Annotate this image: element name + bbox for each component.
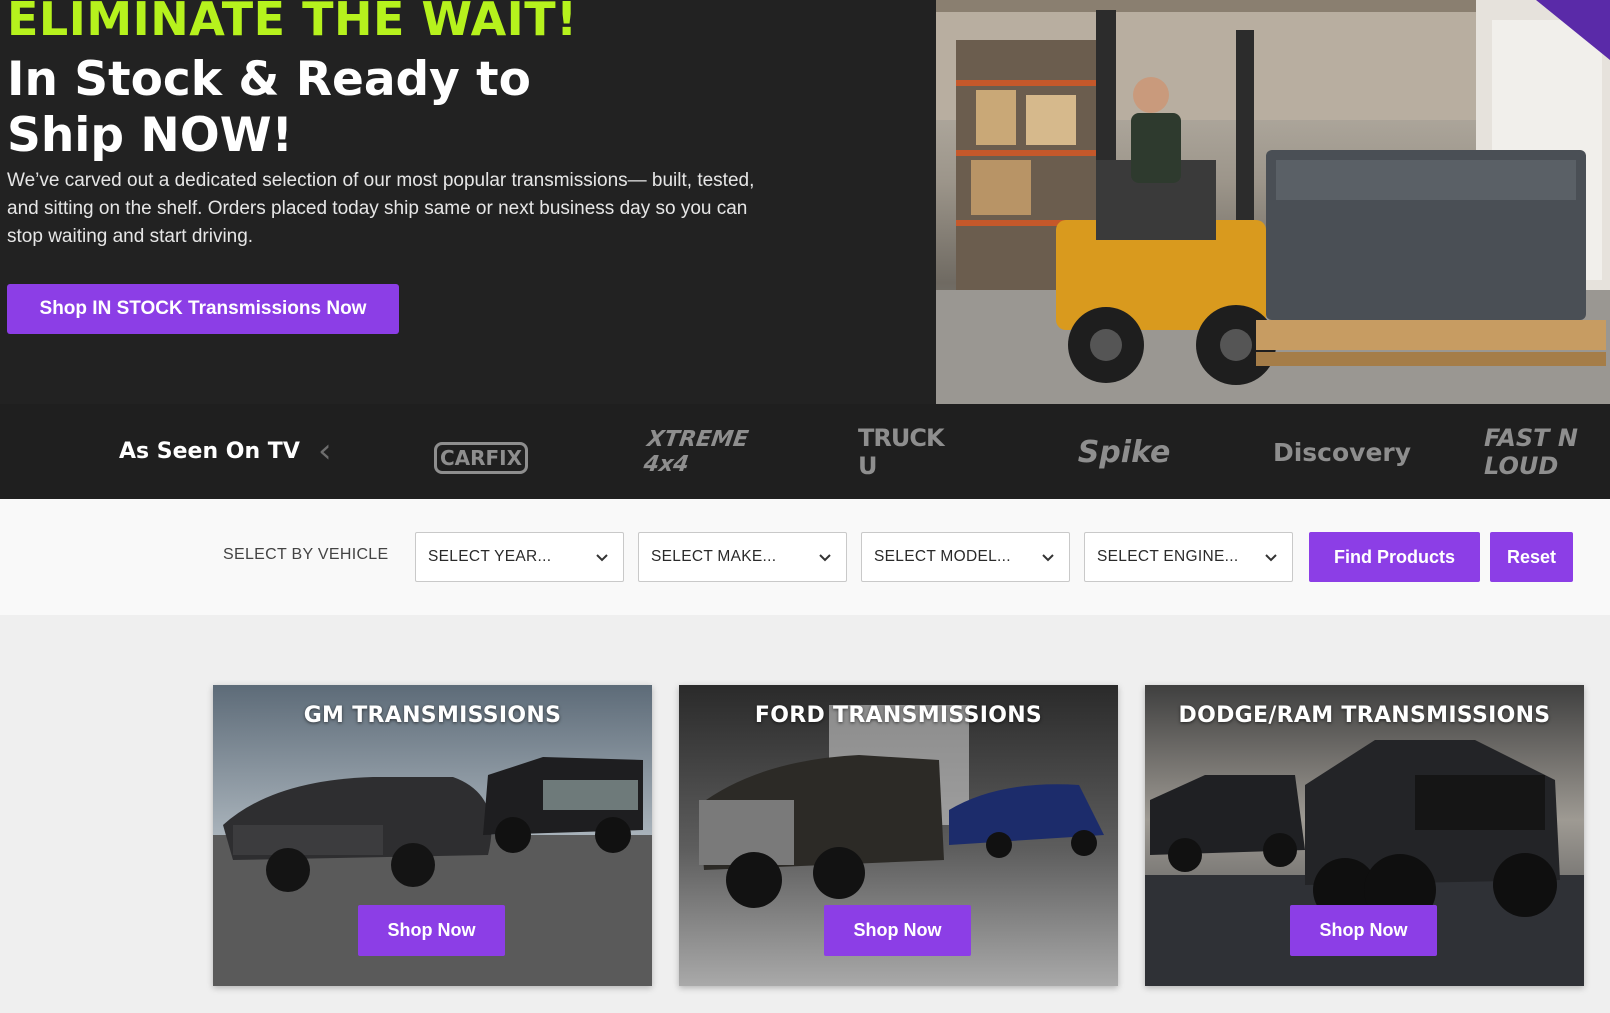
find-products-button[interactable]: Find Products	[1309, 532, 1480, 582]
model-select-value: SELECT MODEL...	[874, 548, 1011, 565]
chevron-down-icon	[1265, 554, 1277, 562]
model-select[interactable]: SELECT MODEL...	[861, 532, 1070, 582]
engine-select-value: SELECT ENGINE...	[1097, 548, 1239, 565]
chevron-down-icon	[819, 554, 831, 562]
chevron-down-icon	[596, 554, 608, 562]
hero-headline-top: ELIMINATE THE WAIT!	[7, 0, 578, 46]
shop-now-button[interactable]: Shop Now	[1290, 905, 1437, 956]
fast-n-loud-logo: FAST N LOUD	[1484, 424, 1578, 480]
discovery-logo: Discovery	[1272, 437, 1412, 467]
hero-section: ELIMINATE THE WAIT! In Stock & Ready to …	[0, 0, 1610, 404]
hero-headline-main: In Stock & Ready to Ship NOW!	[7, 52, 531, 163]
tv-strip-title: As Seen On TV	[119, 439, 300, 464]
hero-description: We’ve carved out a dedicated selection o…	[7, 170, 755, 247]
as-seen-on-tv-strip: As Seen On TV ‹ CARFIX XTREME 4x4 TRUCK …	[0, 404, 1610, 499]
select-by-vehicle-label: SELECT BY VEHICLE	[223, 546, 389, 563]
shop-now-button[interactable]: Shop Now	[358, 905, 505, 956]
gm-transmissions-card[interactable]: GM TRANSMISSIONS Shop Now	[213, 685, 652, 986]
make-select-value: SELECT MAKE...	[651, 548, 777, 565]
hero-forklift-image	[936, 0, 1610, 404]
card-title: GM TRANSMISSIONS	[303, 703, 562, 728]
chevron-down-icon	[1042, 554, 1054, 562]
card-title: DODGE/RAM TRANSMISSIONS	[1178, 703, 1551, 728]
carfix-logo: CARFIX	[434, 442, 528, 474]
card-title: FORD TRANSMISSIONS	[754, 703, 1043, 728]
shop-in-stock-button[interactable]: Shop IN STOCK Transmissions Now	[7, 284, 399, 334]
make-select[interactable]: SELECT MAKE...	[638, 532, 847, 582]
ford-transmissions-card[interactable]: FORD TRANSMISSIONS Shop Now	[679, 685, 1118, 986]
truck-u-logo: TRUCK U	[858, 424, 945, 480]
xtreme-4x4-logo: XTREME 4x4	[642, 427, 750, 477]
vehicle-select-bar: SELECT BY VEHICLE SELECT YEAR... SELECT …	[0, 499, 1610, 615]
engine-select[interactable]: SELECT ENGINE...	[1084, 532, 1293, 582]
dodge-ram-transmissions-card[interactable]: DODGE/RAM TRANSMISSIONS Shop Now	[1145, 685, 1584, 986]
carousel-prev-icon[interactable]: ‹	[318, 434, 344, 468]
year-select[interactable]: SELECT YEAR...	[415, 532, 624, 582]
shop-now-button[interactable]: Shop Now	[824, 905, 971, 956]
reset-button[interactable]: Reset	[1490, 532, 1573, 582]
year-select-value: SELECT YEAR...	[428, 548, 552, 565]
spike-logo: Spike	[1077, 434, 1171, 470]
